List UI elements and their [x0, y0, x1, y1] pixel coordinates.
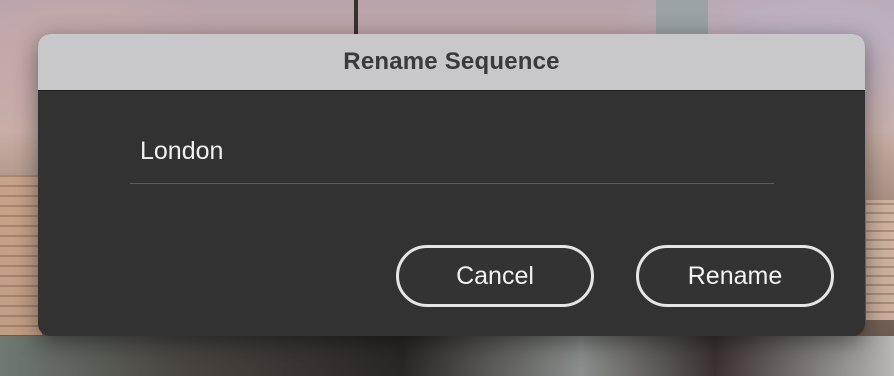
- cancel-button-label: Cancel: [456, 261, 534, 290]
- background-tower: [656, 0, 708, 36]
- dialog-titlebar: Rename Sequence: [38, 34, 865, 91]
- rename-sequence-dialog: Rename Sequence Cancel Rename: [38, 34, 865, 336]
- background-pole: [354, 0, 358, 36]
- rename-button-label: Rename: [687, 261, 783, 290]
- sequence-name-input[interactable]: [130, 126, 774, 184]
- cancel-button[interactable]: Cancel: [396, 245, 594, 307]
- dialog-title: Rename Sequence: [343, 48, 560, 75]
- rename-button[interactable]: Rename: [636, 245, 834, 307]
- background-building-right: [866, 200, 894, 320]
- background-building-left: [0, 175, 42, 335]
- background-bottom-strip: [0, 336, 894, 376]
